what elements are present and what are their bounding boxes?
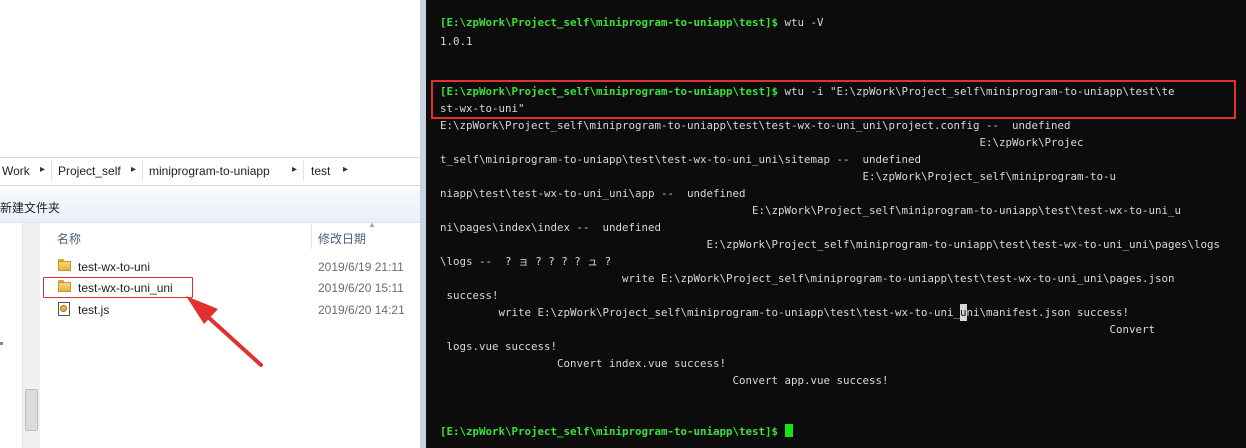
block-cursor[interactable] xyxy=(784,424,793,437)
file-explorer-window: Work ▸ Project_self ▸ miniprogram-to-uni… xyxy=(0,0,420,448)
terminal-line: [E:\zpWork\Project_self\miniprogram-to-u… xyxy=(440,423,793,440)
command-text: wtu -V xyxy=(778,16,824,29)
terminal-output: write E:\zpWork\Project_self\miniprogram… xyxy=(440,304,1129,321)
terminal-output: Convert app.vue success! xyxy=(440,374,889,387)
red-arrow-annotation xyxy=(186,296,263,367)
terminal-output: E:\zpWork\Project_self\miniprogram-to-u xyxy=(440,170,1117,183)
terminal-output: E:\zpWork\Projec xyxy=(440,136,1084,149)
terminal-output: t_self\miniprogram-to-uniapp\test\test-w… xyxy=(440,153,922,166)
terminal-output: E:\zpWork\Project_self\miniprogram-to-un… xyxy=(440,204,1182,217)
terminal-line: [E:\zpWork\Project_self\miniprogram-to-u… xyxy=(440,83,1175,100)
terminal-output: success! xyxy=(440,289,499,302)
terminal-prompt: [E:\zpWork\Project_self\miniprogram-to-u… xyxy=(440,425,779,438)
output-text: write E:\zpWork\Project_self\miniprogram… xyxy=(440,306,961,319)
terminal-prompt: [E:\zpWork\Project_self\miniprogram-to-u… xyxy=(440,16,779,29)
terminal-output: Convert xyxy=(440,323,1156,336)
terminal-output: E:\zpWork\Project_self\miniprogram-to-un… xyxy=(440,238,1221,251)
command-text: st-wx-to-uni" xyxy=(440,102,525,115)
command-text: wtu -i "E:\zpWork\Project_self\miniprogr… xyxy=(778,85,1175,98)
terminal-output: ni\pages\index\index -- undefined xyxy=(440,221,662,234)
terminal-output: write E:\zpWork\Project_self\miniprogram… xyxy=(440,272,1175,285)
terminal-prompt: [E:\zpWork\Project_self\miniprogram-to-u… xyxy=(440,85,779,98)
terminal-output: \logs -- ? ョ ? ? ? ? ュ ? xyxy=(440,255,612,268)
terminal-line: [E:\zpWork\Project_self\miniprogram-to-u… xyxy=(440,14,824,31)
output-text: ni\manifest.json success! xyxy=(966,306,1130,319)
terminal-output: logs.vue success! xyxy=(440,340,558,353)
terminal-output: niapp\test\test-wx-to-uni_uni\app -- und… xyxy=(440,187,746,200)
terminal-output: E:\zpWork\Project_self\miniprogram-to-un… xyxy=(440,119,1071,132)
terminal-window[interactable]: [E:\zpWork\Project_self\miniprogram-to-u… xyxy=(420,0,1246,448)
terminal-output: Convert index.vue success! xyxy=(440,357,727,370)
terminal-output: 1.0.1 xyxy=(440,35,473,48)
